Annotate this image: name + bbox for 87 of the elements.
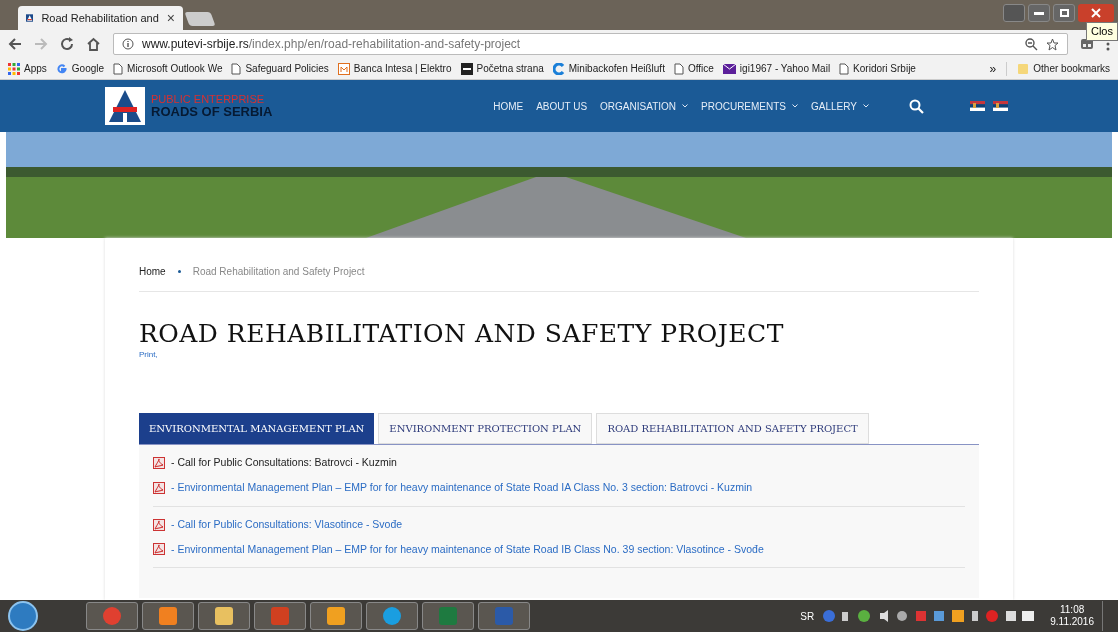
taskbar-app-button[interactable] — [310, 602, 362, 630]
bookmark[interactable]: Banca Intesa | Elektro — [337, 61, 452, 76]
tab[interactable]: ENVIRONMENTAL MANAGEMENT PLAN — [139, 413, 375, 445]
page-icon — [839, 62, 850, 75]
nav-link[interactable]: PROCUREMENTS — [701, 98, 799, 114]
tab[interactable]: ROAD REHABILITATION AND SAFETY PROJECT — [596, 413, 869, 445]
nav-link[interactable]: ORGANISATION — [600, 98, 689, 114]
page-icon — [113, 62, 124, 75]
roads-of-serbia-logo-icon — [105, 87, 145, 125]
page-title: ROAD REHABILITATION AND SAFETY PROJECT — [139, 318, 785, 350]
pdf-icon — [153, 543, 165, 556]
home-icon[interactable] — [86, 37, 101, 51]
tab[interactable]: ENVIRONMENT PROTECTION PLAN — [378, 413, 593, 445]
serbian-flag-icon[interactable] — [970, 101, 985, 111]
square-logo-icon — [494, 606, 514, 626]
bookmark[interactable]: Office — [673, 61, 714, 76]
square-logo-icon — [214, 606, 234, 626]
bookmark[interactable]: Safeguard Policies — [231, 61, 329, 76]
bookmark[interactable]: Microsoft Outlook We — [113, 61, 223, 76]
pdf-icon — [153, 481, 165, 494]
url: www.putevi-srbije.rs/index.php/en/road-rehabilitation-and-safety-project — [142, 36, 522, 53]
pdf-icon — [153, 457, 165, 470]
info-icon[interactable] — [122, 38, 134, 50]
document-link[interactable]: - Call for Public Consultations: Vlasotince - Svođe — [171, 516, 403, 533]
restore-button[interactable] — [1053, 4, 1075, 22]
road-logo-icon — [26, 11, 34, 25]
chevron-down-icon — [682, 104, 689, 108]
browser-tab[interactable]: Road Rehabilitation and × — [18, 6, 183, 30]
nav-link[interactable]: HOME — [493, 98, 524, 114]
new-tab-button[interactable] — [184, 12, 216, 26]
breadcrumb-current: Road Rehabilitation and Safety Project — [192, 265, 365, 279]
page-icon — [231, 62, 242, 75]
address-bar[interactable]: www.putevi-srbije.rs/index.php/en/road-rehabilitation-and-safety-project — [113, 33, 1068, 55]
start-button[interactable] — [8, 601, 38, 631]
taskbar-app-button[interactable] — [142, 602, 194, 630]
bookmark[interactable]: Minibackofen Heißluft — [552, 61, 665, 76]
bookmark[interactable]: igi1967 - Yahoo Mail — [722, 61, 831, 76]
nav-link[interactable]: GALLERY — [811, 98, 869, 114]
chevron-down-icon — [792, 104, 799, 108]
breadcrumb-separator-icon — [177, 270, 181, 273]
apps-grid-icon — [8, 62, 20, 75]
more-bookmarks-button[interactable]: » — [989, 59, 997, 78]
bookmark[interactable]: Početna strana — [460, 61, 544, 76]
chevron-down-icon — [863, 104, 869, 108]
bookmark[interactable]: Apps — [8, 61, 47, 76]
envelope-icon — [722, 63, 736, 74]
c-logo-icon — [552, 62, 565, 75]
square-logo-icon — [270, 606, 290, 626]
g-logo-icon — [55, 62, 68, 75]
square-logo-icon — [438, 606, 458, 626]
document-text: - Call for Public Consultations: Batrovci - Kuzmin — [171, 455, 397, 471]
print-link[interactable]: Print, — [139, 349, 979, 362]
serbian-flag-icon[interactable] — [993, 101, 1008, 111]
circle-logo-icon — [102, 606, 122, 626]
reload-icon[interactable] — [60, 37, 74, 51]
clock-date: 9.11.2016 — [1050, 616, 1094, 629]
zoom-out-icon[interactable] — [1025, 37, 1038, 51]
close-tab-button[interactable]: × — [166, 7, 175, 29]
clock-time: 11:08 — [1059, 603, 1085, 616]
star-icon[interactable] — [1046, 37, 1059, 51]
breadcrumb-link[interactable]: Home — [139, 264, 166, 279]
close-window-button[interactable] — [1078, 4, 1114, 22]
language-indicator[interactable]: SR — [800, 608, 815, 624]
tab-title: Road Rehabilitation and — [41, 10, 159, 26]
document-link[interactable]: - Environmental Management Plan – EMP for for heavy maintenance of State Road IA Class No. 3 section: Batrovci - Kuzmin — [171, 480, 753, 496]
circle-logo-icon — [382, 606, 402, 626]
square-logo-icon — [158, 606, 178, 626]
logo-text: ROADS OF SERBIA — [151, 105, 273, 118]
bank-logo-icon — [337, 62, 350, 75]
dark-square-icon — [460, 62, 473, 75]
back-icon[interactable] — [8, 37, 22, 51]
square-logo-icon — [326, 606, 346, 626]
bookmark[interactable]: Google — [55, 61, 105, 76]
document-link[interactable]: - Environmental Management Plan – EMP for for heavy maintenance of State Road IB Class No. 39 section: Vlasotince - Svođe — [171, 541, 764, 558]
taskbar-app-button[interactable] — [198, 602, 250, 630]
extension-icon[interactable] — [1080, 38, 1094, 50]
search-icon[interactable] — [909, 98, 924, 114]
page-icon — [673, 62, 684, 75]
nav-link[interactable]: ABOUT US — [536, 98, 588, 114]
bookmark[interactable]: Koridori Srbije — [839, 61, 916, 76]
logo-text: PUBLIC ENTERPRISE — [151, 94, 266, 105]
pdf-icon — [153, 518, 165, 531]
minimize-button[interactable] — [1028, 4, 1050, 22]
folder-icon — [1017, 62, 1030, 75]
tooltip: Clos — [1086, 22, 1118, 41]
other-bookmarks[interactable]: Other bookmarks — [1017, 61, 1110, 76]
close-icon — [1091, 8, 1101, 18]
